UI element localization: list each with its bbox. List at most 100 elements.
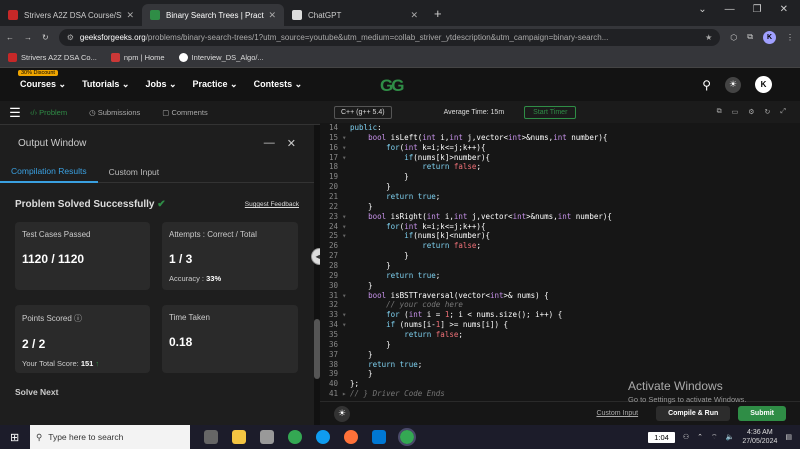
vscode-icon[interactable] (372, 430, 386, 444)
theme-toggle-icon[interactable]: ☀ (334, 405, 350, 422)
tray-expand-icon[interactable]: ⌃ (697, 433, 703, 441)
bookmark-favicon-icon (8, 53, 17, 62)
close-window-icon[interactable]: ✕ (780, 4, 788, 15)
search-icon[interactable]: ⚲ (702, 78, 711, 92)
card-value: 1120 / 1120 (22, 252, 85, 266)
reset-icon[interactable]: ↻ (765, 108, 771, 116)
custom-input-link[interactable]: Custom Input (596, 410, 638, 417)
total-value: 151 (80, 359, 94, 368)
user-avatar[interactable]: K (755, 76, 772, 93)
clock[interactable]: 4:36 AM 27/05/2024 (742, 428, 777, 446)
tab-compilation-results[interactable]: Compilation Results (0, 161, 98, 183)
reload-icon[interactable]: ↻ (42, 33, 49, 42)
nav-practice[interactable]: Practice ⌄ (193, 79, 238, 90)
suggest-feedback-link[interactable]: Suggest Feedback (245, 201, 299, 208)
close-output-icon[interactable]: ✕ (287, 137, 296, 150)
menu-kebab-icon[interactable]: ⋮ (786, 33, 794, 42)
chrome-icon[interactable] (288, 430, 302, 444)
forward-icon[interactable]: → (24, 33, 32, 42)
restore-icon[interactable]: ❐ (753, 4, 762, 15)
tab-title: Strivers A2Z DSA Course/Sheet (24, 10, 122, 20)
output-title: Output Window (18, 137, 87, 149)
windows-start-icon[interactable]: ⊞ (10, 431, 19, 444)
total-label: Your Total Score: (22, 359, 79, 368)
code-editor-panel: C++ (g++ 5.4) Average Time: 15m Start Ti… (320, 101, 800, 425)
striver-favicon-icon (8, 10, 18, 20)
start-timer-button[interactable]: Start Timer (524, 105, 577, 119)
network-icon[interactable]: ⌔ (711, 433, 718, 442)
close-tab-icon[interactable]: ✕ (410, 10, 418, 21)
volume-icon[interactable]: 🔈 (726, 433, 735, 441)
tab-submissions[interactable]: ◷ Submissions (89, 108, 140, 117)
clock-time: 4:36 AM (747, 429, 773, 436)
weather-widget[interactable]: 1:04 (648, 431, 675, 443)
back-icon[interactable]: ← (6, 33, 14, 42)
tab-custom-input[interactable]: Custom Input (98, 161, 171, 183)
gfg-logo[interactable]: GG (380, 76, 404, 96)
nav-contests[interactable]: Contests ⌄ (254, 79, 303, 90)
accuracy-value: 33% (206, 274, 222, 283)
discount-badge: 30% Discount (18, 70, 58, 76)
browser-tab-striver[interactable]: Strivers A2Z DSA Course/Sheet ✕ (0, 4, 142, 26)
minimize-icon[interactable]: — (725, 4, 735, 15)
browser-tab-gfg[interactable]: Binary Search Trees | Practice | G ✕ (142, 4, 284, 26)
camera-icon[interactable] (260, 430, 274, 444)
activate-windows-watermark: Activate Windows (628, 379, 723, 393)
close-tab-icon[interactable]: ✕ (268, 10, 276, 21)
npm-icon (110, 53, 120, 62)
firefox-icon[interactable] (344, 430, 358, 444)
close-tab-icon[interactable]: ✕ (126, 10, 134, 21)
task-view-icon[interactable] (204, 430, 218, 444)
solve-next-heading: Solve Next (15, 387, 59, 397)
card-value: 2 / 2 (22, 337, 46, 351)
profile-avatar[interactable]: K (763, 30, 776, 44)
editor-bottombar: ☀ Custom Input Compile & Run Submit (320, 401, 800, 425)
tab-comments[interactable]: ▢ Comments (162, 108, 207, 117)
code-area[interactable]: 14 public: 15 ▾ bool isLeft(int i,int j,ve… (320, 123, 800, 399)
total-score-row: Your Total Score: 151 ↑ (22, 359, 143, 368)
language-select[interactable]: C++ (g++ 5.4) (334, 105, 392, 119)
submit-button[interactable]: Submit (738, 406, 786, 421)
site-info-icon[interactable]: ⚙ (67, 33, 74, 42)
arrow-up-icon: ↑ (95, 359, 100, 368)
nav-label: Courses ⌄ (20, 79, 67, 89)
extension-icon[interactable]: ⬡ (730, 33, 737, 42)
info-icon[interactable]: ⓘ (74, 314, 82, 323)
card-label: Time Taken (169, 313, 210, 322)
new-tab-button[interactable]: + (434, 6, 442, 21)
card-label-row: Points Scored ⓘ (22, 313, 143, 324)
compile-run-button[interactable]: Compile & Run (656, 406, 731, 421)
browser-tab-chatgpt[interactable]: ChatGPT ✕ (284, 4, 426, 26)
notifications-icon[interactable]: ▤ (785, 433, 792, 441)
taskbar-search[interactable]: ⚲ Type here to search (30, 425, 190, 449)
browser-tabbar: Strivers A2Z DSA Course/Sheet ✕ Binary S… (0, 0, 800, 26)
search-placeholder: Type here to search (48, 432, 124, 442)
bookmark-star-icon[interactable]: ★ (705, 33, 712, 42)
address-bar[interactable]: ⚙ geeksforgeeks.org/problems/binary-sear… (58, 28, 721, 46)
people-icon[interactable]: ⚇ (683, 433, 689, 441)
nav-tutorials[interactable]: Tutorials ⌄ (82, 79, 129, 90)
settings-icon[interactable]: ⚙ (748, 108, 754, 116)
bookmark-npm[interactable]: npm | Home (110, 53, 165, 62)
check-circle-icon: ✔ (157, 199, 166, 210)
tab-problem[interactable]: ‹/› Problem (30, 108, 67, 117)
hamburger-menu-icon[interactable]: ☰ (0, 105, 30, 121)
copy-icon[interactable]: ⧉ (717, 108, 722, 116)
chrome-active-icon[interactable] (398, 428, 416, 446)
fullscreen-icon[interactable]: ⤢ (780, 108, 786, 116)
tab-label: Comments (171, 108, 208, 117)
windows-taskbar: ⊞ ⚲ Type here to search 1:04 ⚇ ⌃ ⌔ 🔈 4:3… (0, 425, 800, 449)
bookmark-github[interactable]: Interview_DS_Algo/... (178, 53, 264, 62)
card-label: Points Scored (22, 314, 72, 323)
editor-toolbar: C++ (g++ 5.4) Average Time: 15m Start Ti… (320, 101, 800, 123)
minimize-output-icon[interactable]: — (264, 137, 275, 150)
bookmark-striver[interactable]: Strivers A2Z DSA Co... (8, 53, 97, 62)
tab-search-icon[interactable]: ⌄ (698, 4, 706, 15)
file-icon[interactable]: ▭ (732, 108, 739, 116)
nav-courses[interactable]: 30% Discount Courses ⌄ (18, 70, 67, 90)
theme-toggle-icon[interactable]: ☀ (725, 76, 741, 93)
extensions-puzzle-icon[interactable]: ⧉ (747, 32, 753, 42)
file-explorer-icon[interactable] (232, 430, 246, 444)
edge-icon[interactable] (316, 430, 330, 444)
nav-jobs[interactable]: Jobs ⌄ (145, 79, 176, 90)
